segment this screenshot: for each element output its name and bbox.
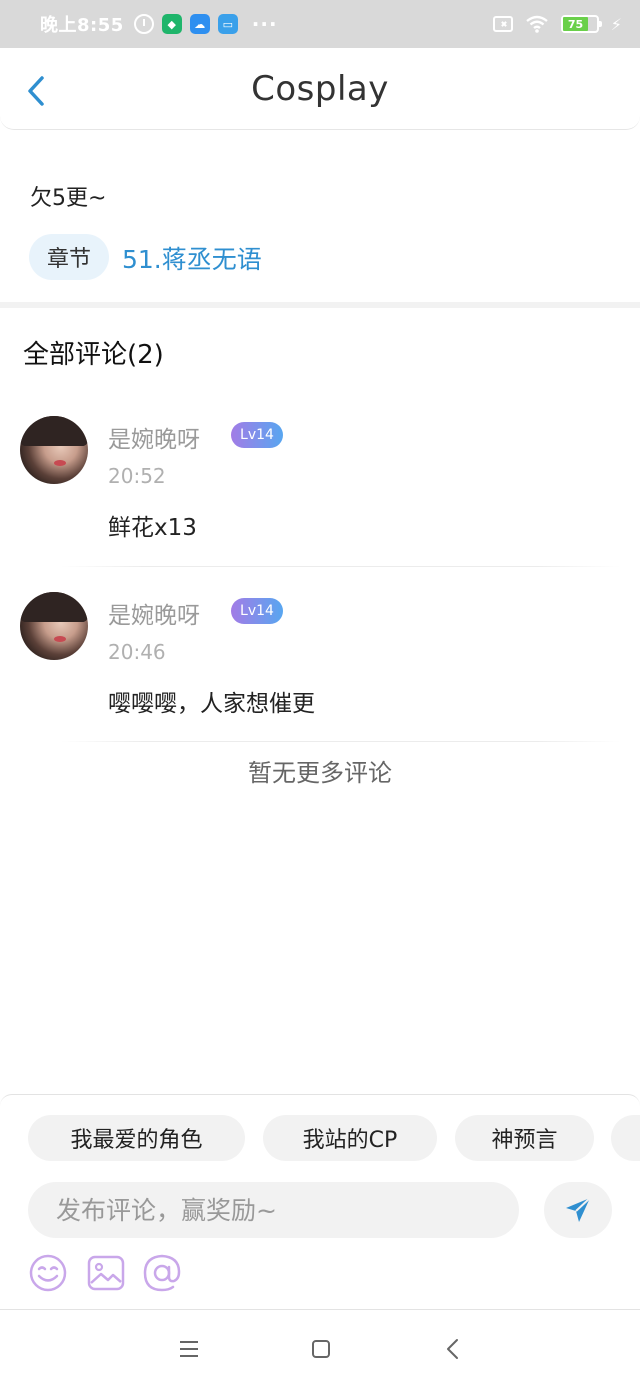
status-time: 晚上8:55 [40,15,124,36]
quick-topic-chip[interactable]: 我站的CP [263,1115,437,1161]
image-icon[interactable] [86,1253,126,1293]
comment-time: 20:46 [108,640,166,664]
status-icons-left: ◆ ☁ ▭ [133,14,238,34]
battery-fill: 75 [562,17,589,31]
battery-level: 75 [567,17,584,31]
emoji-icon[interactable] [28,1253,68,1293]
chapter-tag: 章节 [29,234,109,280]
status-icons-right: 75 ⚡ [492,14,622,34]
comment-text: 鲜花x13 [108,515,197,541]
at-icon[interactable] [142,1253,182,1293]
system-nav-bar [0,1310,640,1387]
home-button[interactable] [308,1336,334,1362]
comment-text: 嘤嘤嘤，人家想催更 [108,691,315,717]
comment-time: 20:52 [108,464,166,488]
comment-author[interactable]: 是婉晚呀 [108,596,200,630]
status-bar: 晚上8:55 ◆ ☁ ▭ ··· 75 ⚡ [0,0,640,48]
chapter-info: 欠5更~ 章节 51.蒋丞无语 [0,130,640,302]
battery-icon: 75 [560,15,602,33]
level-badge: Lv14 [231,422,283,448]
level-badge: Lv14 [231,598,283,624]
no-more-comments: 暂无更多评论 [248,759,392,787]
avatar[interactable] [20,416,88,484]
more-notifications-icon: ··· [251,12,278,36]
back-button[interactable] [22,74,50,108]
comment-divider [60,741,620,742]
alarm-icon [133,14,154,34]
quick-topic-chip[interactable] [611,1115,640,1161]
charging-icon: ⚡ [610,14,622,34]
send-button[interactable] [544,1182,612,1238]
system-back-button[interactable] [440,1336,466,1362]
quick-topic-chip[interactable]: 神预言 [455,1115,594,1161]
comment-composer: 我最爱的角色 我站的CP 神预言 [0,1094,640,1310]
chapter-link[interactable]: 51.蒋丞无语 [122,240,262,276]
chapter-note: 欠5更~ [30,186,107,211]
avatar[interactable] [20,592,88,660]
cloud-app-icon: ☁ [189,14,210,34]
page-title: Cosplay [251,68,389,109]
send-icon [566,1197,591,1222]
shield-app-icon: ◆ [161,14,182,34]
quick-topic-chip[interactable]: 我最爱的角色 [28,1115,245,1161]
page-header: Cosplay [0,48,640,130]
chevron-left-icon [28,76,44,106]
recent-apps-button[interactable] [176,1336,202,1362]
wifi-icon [526,15,548,33]
comment-author[interactable]: 是婉晚呀 [108,420,200,454]
comment-divider [60,566,620,567]
no-sim-icon [492,16,513,32]
comments-title: 全部评论(2) [23,340,164,370]
wallet-app-icon: ▭ [217,14,238,34]
section-divider [0,302,640,308]
comment-input[interactable] [28,1182,519,1238]
